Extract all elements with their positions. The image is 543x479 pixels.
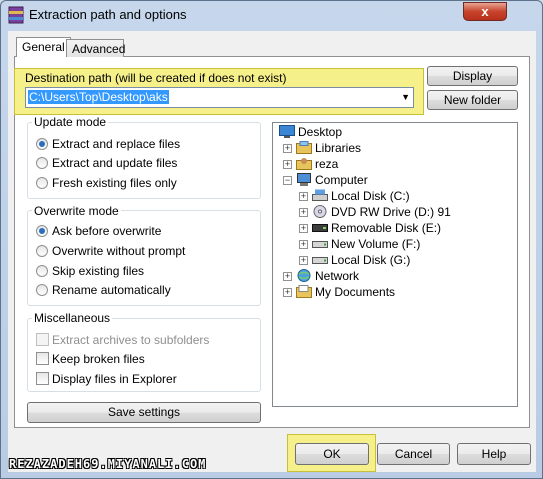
option-label: Ask before overwrite [52,224,162,238]
tree-node-computer[interactable]: − Computer [283,172,368,188]
title-bar[interactable]: Extraction path and options x [1,1,542,29]
documents-folder-icon [296,285,312,298]
close-icon: x [481,4,489,19]
dropdown-arrow-icon[interactable]: ▼ [401,92,410,102]
expand-plus-icon[interactable]: + [299,208,308,217]
new-folder-button[interactable]: New folder [427,90,518,110]
help-button[interactable]: Help [457,443,531,465]
expand-plus-icon[interactable]: + [283,144,292,153]
tree-node-label: reza [315,157,339,171]
destination-label: Destination path (will be created if doe… [25,71,287,85]
option-label: Extract archives to subfolders [52,333,210,347]
expand-plus-icon[interactable]: + [283,160,292,169]
option-ask-before-overwrite[interactable]: Ask before overwrite [36,224,161,238]
radio-selected-icon[interactable] [36,138,48,150]
option-skip-existing[interactable]: Skip existing files [36,264,144,278]
radio-icon[interactable] [36,265,48,277]
folder-tree[interactable]: Desktop + Libraries + reza − Computer + Loca… [272,122,518,407]
desktop-icon [279,125,295,138]
overwrite-mode-title: Overwrite mode [32,204,121,218]
destination-path-value[interactable]: C:\Users\Top\Desktop\aks [28,90,169,104]
expand-plus-icon[interactable]: + [283,288,292,297]
option-keep-broken-files[interactable]: Keep broken files [36,352,145,366]
user-folder-icon [296,158,312,170]
tree-node-local-disk-c[interactable]: + Local Disk (C:) [299,188,410,204]
expand-plus-icon[interactable]: + [299,256,308,265]
option-overwrite-without-prompt[interactable]: Overwrite without prompt [36,244,185,258]
option-label: Extract and update files [52,156,178,170]
tree-node-removable-disk-e[interactable]: + Removable Disk (E:) [299,220,441,236]
expand-plus-icon[interactable]: + [299,240,308,249]
option-label: Extract and replace files [52,137,181,151]
tree-node-label: My Documents [315,285,396,299]
option-extract-update[interactable]: Extract and update files [36,156,177,170]
expand-plus-icon[interactable]: + [299,224,308,233]
option-display-in-explorer[interactable]: Display files in Explorer [36,372,177,386]
destination-path-combobox[interactable]: C:\Users\Top\Desktop\aks ▼ [25,87,414,108]
tree-node-reza[interactable]: + reza [283,156,338,172]
save-settings-button[interactable]: Save settings [27,402,261,423]
radio-icon[interactable] [36,284,48,296]
option-label: Skip existing files [52,264,145,278]
ok-button[interactable]: OK [295,443,369,465]
libraries-icon [296,141,312,154]
tree-node-label: Network [315,269,360,283]
tree-node-local-disk-g[interactable]: + Local Disk (G:) [299,252,410,268]
tree-node-libraries[interactable]: + Libraries [283,140,361,156]
local-disk-icon [312,189,328,201]
computer-icon [297,173,311,186]
tree-node-label: New Volume (F:) [331,237,421,251]
window-title: Extraction path and options [29,7,187,22]
tree-node-label: Local Disk (G:) [331,253,411,267]
tree-node-desktop[interactable]: Desktop [279,124,342,140]
tree-node-dvd-drive-d[interactable]: + DVD RW Drive (D:) 91 [299,204,451,220]
tab-general[interactable]: General [16,37,71,57]
update-mode-title: Update mode [32,115,109,129]
radio-icon[interactable] [36,245,48,257]
option-label: Rename automatically [52,283,171,297]
close-button[interactable]: x [463,2,507,21]
network-icon [297,269,311,282]
option-label: Keep broken files [52,352,145,366]
drive-icon [312,241,328,248]
checkbox-icon[interactable] [36,333,49,346]
cancel-button[interactable]: Cancel [377,443,450,465]
winrar-app-icon [8,6,24,24]
radio-selected-icon[interactable] [36,225,48,237]
tree-node-label: Computer [315,173,368,187]
checkbox-icon[interactable] [36,352,49,365]
option-label: Display files in Explorer [52,372,177,386]
radio-icon[interactable] [36,177,48,189]
tab-advanced[interactable]: Advanced [66,39,125,57]
tree-node-new-volume-f[interactable]: + New Volume (F:) [299,236,420,252]
expand-plus-icon[interactable]: + [299,192,308,201]
option-rename-automatically[interactable]: Rename automatically [36,283,171,297]
display-button[interactable]: Display [427,66,518,86]
tree-node-label: Local Disk (C:) [331,189,410,203]
dvd-drive-icon [313,205,327,218]
collapse-minus-icon[interactable]: − [283,176,292,185]
removable-disk-icon [312,224,328,232]
tree-node-label: Desktop [298,125,343,139]
tree-node-network[interactable]: + Network [283,268,359,284]
extraction-dialog: Extraction path and options x General Ad… [0,0,543,479]
tree-node-label: Libraries [315,141,362,155]
option-label: Overwrite without prompt [52,244,186,258]
option-fresh-existing[interactable]: Fresh existing files only [36,176,177,190]
drive-icon [312,257,328,264]
tree-node-label: DVD RW Drive (D:) 91 [331,205,451,219]
radio-icon[interactable] [36,157,48,169]
option-extract-to-subfolders[interactable]: Extract archives to subfolders [36,333,209,347]
option-extract-replace[interactable]: Extract and replace files [36,137,180,151]
miscellaneous-title: Miscellaneous [32,311,113,325]
watermark-text: REZAZADEH69.MIYANALI.COM [9,457,207,471]
tree-node-my-documents[interactable]: + My Documents [283,284,395,300]
tree-node-label: Removable Disk (E:) [331,221,442,235]
expand-plus-icon[interactable]: + [283,272,292,281]
option-label: Fresh existing files only [52,176,177,190]
checkbox-icon[interactable] [36,372,49,385]
